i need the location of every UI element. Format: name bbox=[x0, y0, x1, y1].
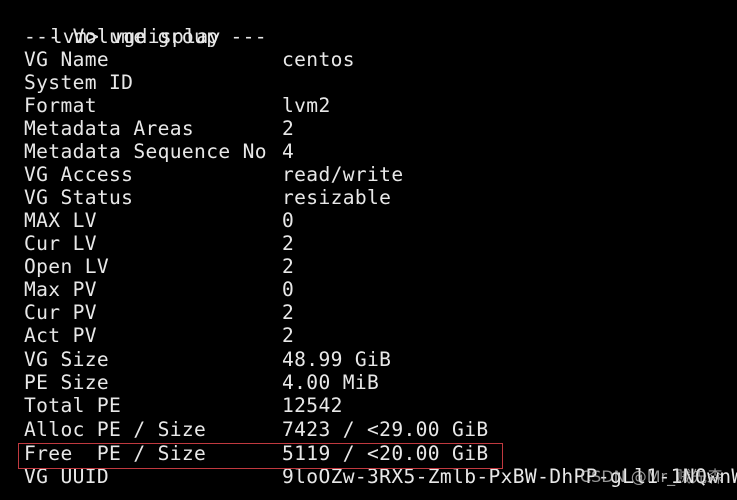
property-key: VG Status bbox=[24, 186, 134, 209]
free-pe-highlight-box bbox=[18, 443, 503, 469]
section-header: --- Volume group --- bbox=[24, 25, 267, 48]
property-key: VG Name bbox=[24, 48, 110, 71]
property-value: 2 bbox=[282, 117, 295, 140]
property-key: System ID bbox=[24, 71, 134, 94]
property-key: Alloc PE / Size bbox=[24, 418, 207, 441]
property-key: Metadata Sequence No bbox=[24, 140, 267, 163]
property-value: 0 bbox=[282, 209, 295, 232]
property-value: read/write bbox=[282, 163, 404, 186]
property-value: 2 bbox=[282, 232, 295, 255]
property-value: 7423 / <29.00 GiB bbox=[282, 418, 489, 441]
command-line: lvm> vgdisplay bbox=[2, 2, 221, 48]
property-key: Cur LV bbox=[24, 232, 97, 255]
property-value: lvm2 bbox=[282, 94, 331, 117]
property-value: 0 bbox=[282, 278, 295, 301]
property-key: Format bbox=[24, 94, 97, 117]
property-key: VG Size bbox=[24, 348, 110, 371]
watermark: CSDN @Mr_贼先森 bbox=[580, 467, 724, 486]
property-value: 2 bbox=[282, 301, 295, 324]
terminal-window[interactable]: lvm> vgdisplay --- Volume group --- VG N… bbox=[0, 0, 737, 500]
property-key: Cur PV bbox=[24, 301, 97, 324]
property-key: Act PV bbox=[24, 324, 97, 347]
property-key: Metadata Areas bbox=[24, 117, 195, 140]
property-key: MAX LV bbox=[24, 209, 97, 232]
property-value: 2 bbox=[282, 324, 295, 347]
property-value: 12542 bbox=[282, 394, 343, 417]
property-key: Open LV bbox=[24, 255, 110, 278]
property-value: centos bbox=[282, 48, 355, 71]
property-value: 2 bbox=[282, 255, 295, 278]
property-value: resizable bbox=[282, 186, 392, 209]
property-key: VG Access bbox=[24, 163, 134, 186]
property-key: Total PE bbox=[24, 394, 122, 417]
property-value: 4.00 MiB bbox=[282, 371, 380, 394]
property-key: PE Size bbox=[24, 371, 110, 394]
property-value: 48.99 GiB bbox=[282, 348, 392, 371]
property-value: 4 bbox=[282, 140, 295, 163]
property-key: Max PV bbox=[24, 278, 97, 301]
